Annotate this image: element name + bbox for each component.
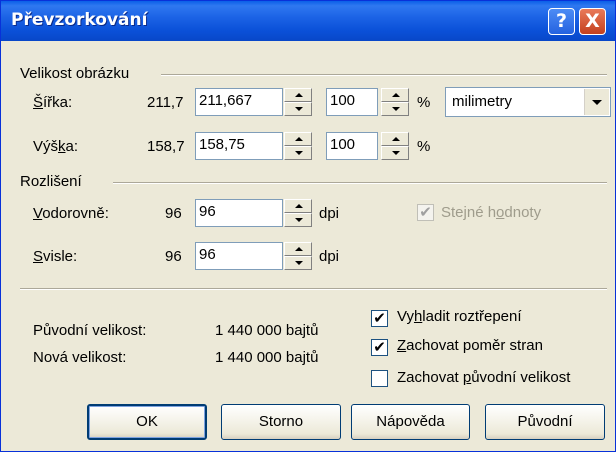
spin-down-icon[interactable] — [284, 256, 312, 270]
units-selected-value: milimetry — [452, 93, 512, 110]
height-percent-input[interactable]: 100 — [326, 132, 378, 160]
antialias-checkbox[interactable]: ✔ — [371, 310, 388, 327]
spin-down-icon[interactable] — [284, 213, 312, 227]
width-label: Šířka: — [33, 94, 73, 111]
image-size-group-title: Velikost obrázku — [20, 65, 134, 82]
spin-up-icon[interactable] — [284, 199, 312, 213]
spin-down-icon[interactable] — [381, 102, 409, 116]
height-label: Výška: — [33, 138, 79, 155]
width-spinner[interactable] — [284, 88, 312, 116]
new-size-value: 1 440 000 bajtů — [215, 349, 319, 366]
resample-dialog: Převzorkování ? X Velikost obrázku Šířka… — [0, 0, 616, 452]
section-divider — [20, 288, 607, 290]
image-size-divider — [161, 74, 607, 76]
height-percent-sign: % — [417, 138, 431, 155]
vertical-dpi-spinner[interactable] — [284, 242, 312, 270]
help-title-button[interactable]: ? — [548, 8, 575, 35]
height-percent-spinner[interactable] — [381, 132, 409, 160]
spin-up-icon[interactable] — [284, 88, 312, 102]
keep-aspect-checkbox[interactable]: ✔ — [371, 339, 388, 356]
spin-down-icon[interactable] — [381, 146, 409, 160]
horizontal-dpi-current: 96 — [165, 205, 182, 222]
antialias-label: Vyhladit roztřepení — [397, 308, 522, 325]
window-title: Převzorkování — [11, 10, 148, 30]
vertical-dpi-input[interactable]: 96 — [195, 242, 283, 270]
question-icon: ? — [555, 10, 568, 32]
spin-up-icon[interactable] — [284, 242, 312, 256]
original-button[interactable]: Původní — [485, 404, 605, 440]
height-current-value: 158,7 — [147, 138, 185, 155]
spin-up-icon[interactable] — [381, 88, 409, 102]
title-bar[interactable]: Převzorkování ? X — [1, 1, 615, 41]
chevron-down-icon[interactable] — [584, 89, 609, 115]
resolution-divider — [113, 182, 607, 184]
close-icon: X — [585, 10, 600, 32]
vertical-dpi-unit: dpi — [319, 248, 340, 265]
vertical-dpi-current: 96 — [165, 248, 182, 265]
same-values-checkbox[interactable]: ✔ — [417, 204, 434, 221]
width-percent-spinner[interactable] — [381, 88, 409, 116]
cancel-button[interactable]: Storno — [221, 404, 341, 440]
height-spinner[interactable] — [284, 132, 312, 160]
spin-up-icon[interactable] — [284, 132, 312, 146]
spin-up-icon[interactable] — [381, 132, 409, 146]
original-size-value: 1 440 000 bajtů — [215, 322, 319, 339]
resolution-group-title: Rozlišení — [20, 173, 86, 190]
units-select[interactable]: milimetry — [445, 87, 611, 117]
horizontal-dpi-spinner[interactable] — [284, 199, 312, 227]
keep-original-size-checkbox[interactable] — [371, 370, 388, 387]
width-percent-sign: % — [417, 94, 431, 111]
new-size-label: Nová velikost: — [33, 349, 127, 366]
horizontal-dpi-input[interactable]: 96 — [195, 199, 283, 227]
spin-down-icon[interactable] — [284, 102, 312, 116]
help-button[interactable]: Nápověda — [351, 404, 470, 440]
horizontal-dpi-label: Vodorovně: — [33, 205, 109, 222]
close-button[interactable]: X — [579, 8, 606, 35]
horizontal-dpi-unit: dpi — [319, 205, 340, 222]
vertical-dpi-label: Svisle: — [33, 248, 78, 265]
width-current-value: 211,7 — [147, 94, 184, 111]
original-size-label: Původní velikost: — [33, 322, 147, 339]
height-input[interactable]: 158,75 — [195, 132, 283, 160]
spin-down-icon[interactable] — [284, 146, 312, 160]
width-input[interactable]: 211,667 — [195, 88, 283, 116]
keep-original-size-label: Zachovat původní velikost — [397, 369, 571, 386]
keep-aspect-label: Zachovat poměr stran — [397, 337, 543, 354]
same-values-label: Stejné hodnoty — [441, 204, 542, 221]
ok-button[interactable]: OK — [87, 404, 207, 440]
width-percent-input[interactable]: 100 — [326, 88, 378, 116]
